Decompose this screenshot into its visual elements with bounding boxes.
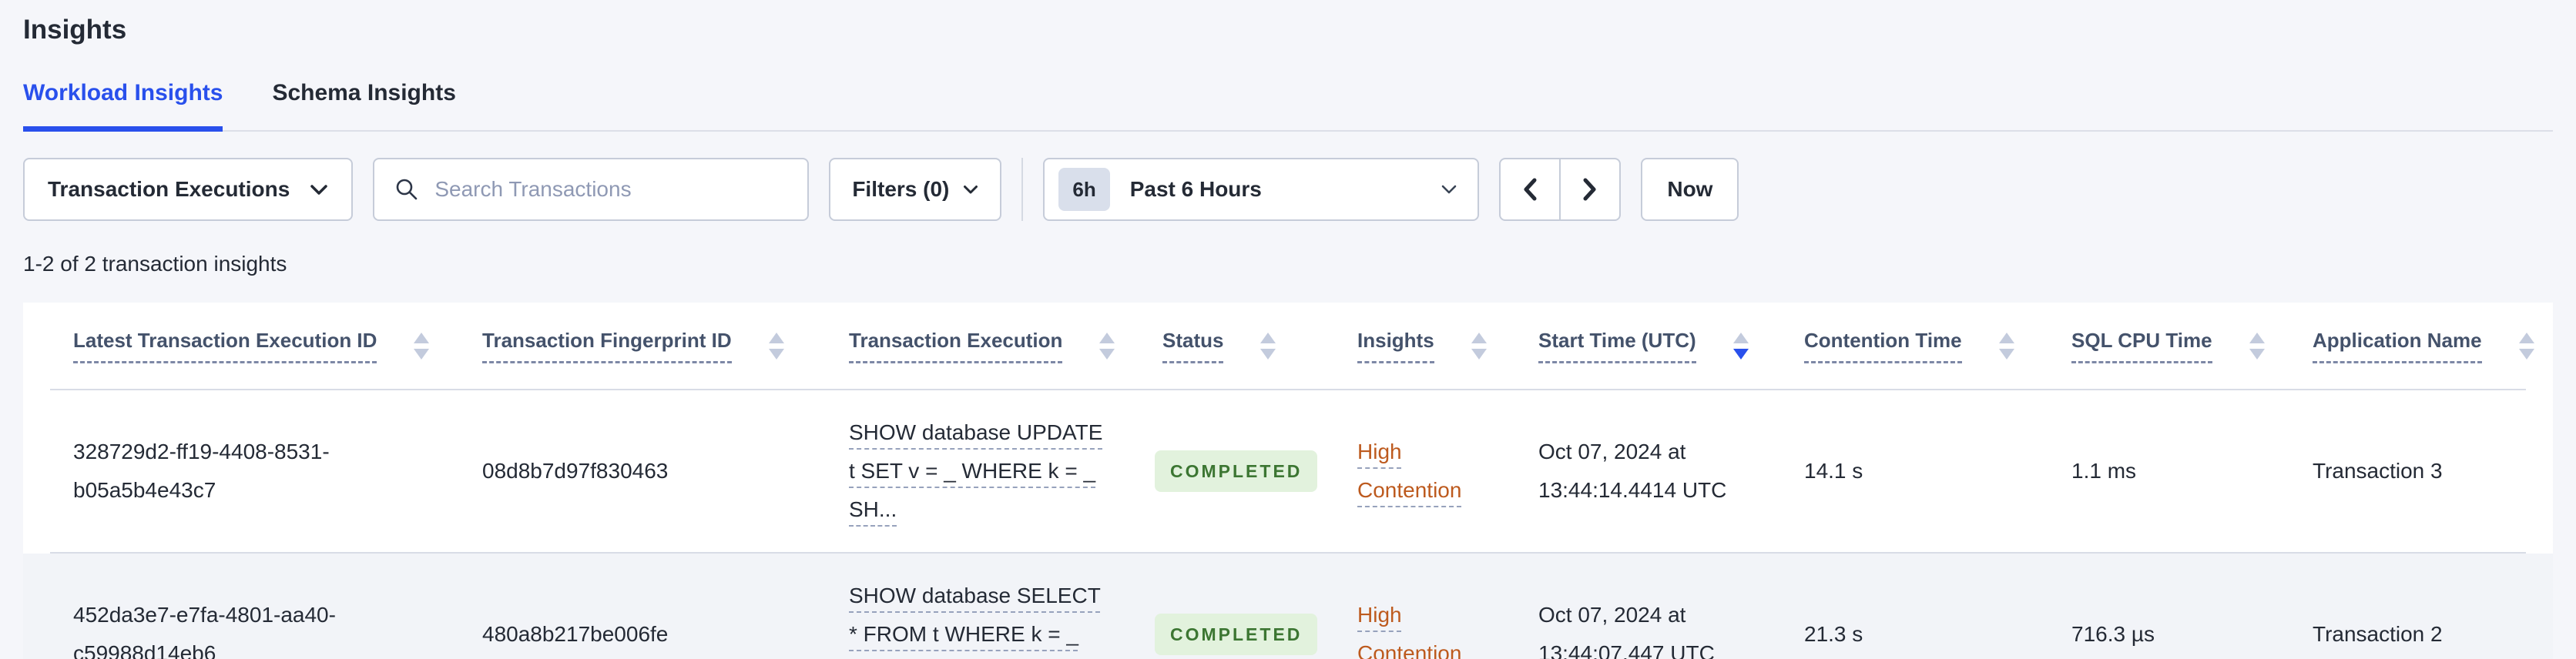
cell-fingerprint-id: 08d8b7d97f830463 bbox=[482, 459, 669, 483]
tab-bar: Workload Insights Schema Insights bbox=[23, 80, 2553, 132]
sort-icon[interactable] bbox=[414, 333, 430, 360]
sort-icon[interactable] bbox=[2518, 333, 2534, 360]
sort-icon[interactable] bbox=[768, 333, 784, 360]
sort-icon[interactable] bbox=[1998, 333, 2014, 360]
toolbar: Transaction Executions Filters (0) 6h Pa… bbox=[23, 158, 2553, 221]
column-header-contention-time[interactable]: Contention Time bbox=[1781, 328, 2048, 363]
column-header-transaction-execution[interactable]: Transaction Execution bbox=[826, 328, 1139, 363]
high-contention-link[interactable]: High Contention bbox=[1357, 440, 1461, 502]
column-header-status[interactable]: Status bbox=[1139, 328, 1334, 363]
chevron-down-icon bbox=[310, 184, 328, 196]
cell-start-time: Oct 07, 2024 at 13:44:07.447 UTC bbox=[1538, 603, 1715, 659]
previous-time-button[interactable] bbox=[1499, 158, 1561, 221]
execution-type-dropdown-label: Transaction Executions bbox=[48, 177, 290, 201]
column-header-latest-transaction-execution-id[interactable]: Latest Transaction Execution ID bbox=[50, 328, 459, 363]
insights-table-card: Latest Transaction Execution ID Transact… bbox=[23, 303, 2553, 659]
status-badge: COMPLETED bbox=[1155, 614, 1318, 655]
chevron-down-icon bbox=[1441, 184, 1457, 195]
execution-type-dropdown[interactable]: Transaction Executions bbox=[23, 158, 354, 221]
cell-insights: High Contention bbox=[1334, 596, 1515, 659]
column-header-start-time[interactable]: Start Time (UTC) bbox=[1515, 328, 1781, 363]
table-row: 328729d2-ff19-4408-8531-b05a5b4e43c7 08d… bbox=[50, 390, 2526, 554]
cell-execution-id: 328729d2-ff19-4408-8531-b05a5b4e43c7 bbox=[73, 440, 330, 502]
toolbar-divider bbox=[1021, 158, 1024, 221]
chevron-right-icon bbox=[1581, 177, 1598, 202]
time-range-label: Past 6 Hours bbox=[1129, 177, 1262, 201]
cell-status: COMPLETED bbox=[1139, 614, 1334, 655]
cell-fingerprint-id: 480a8b217be006fe bbox=[482, 622, 669, 646]
now-button[interactable]: Now bbox=[1641, 158, 1739, 221]
time-range-dropdown[interactable]: 6h Past 6 Hours bbox=[1043, 158, 1480, 221]
next-time-button[interactable] bbox=[1559, 158, 1622, 221]
column-header-application-name[interactable]: Application Name bbox=[2289, 328, 2553, 363]
cell-insights: High Contention bbox=[1334, 433, 1515, 510]
sort-icon[interactable] bbox=[1260, 333, 1276, 360]
column-header-insights[interactable]: Insights bbox=[1334, 328, 1515, 363]
time-range-badge: 6h bbox=[1058, 168, 1110, 211]
search-input[interactable] bbox=[434, 177, 788, 202]
cell-contention-time: 14.1 s bbox=[1804, 459, 1863, 483]
cell-transaction-execution: SHOW database SELECT * FROM t WHERE k = … bbox=[826, 577, 1139, 659]
cell-status: COMPLETED bbox=[1139, 450, 1334, 492]
page-title: Insights bbox=[23, 15, 127, 45]
high-contention-link[interactable]: High Contention bbox=[1357, 603, 1461, 659]
tab-workload-insights[interactable]: Workload Insights bbox=[23, 80, 223, 132]
cell-execution-id: 452da3e7-e7fa-4801-aa40-c59988d14eb6 bbox=[73, 603, 336, 659]
search-box[interactable] bbox=[373, 158, 810, 221]
cell-application-name: Transaction 2 bbox=[2313, 622, 2443, 646]
search-icon bbox=[394, 177, 419, 202]
column-header-sql-cpu-time[interactable]: SQL CPU Time bbox=[2048, 328, 2289, 363]
cell-start-time: Oct 07, 2024 at 13:44:14.4414 UTC bbox=[1538, 440, 1727, 502]
cell-sql-cpu-time: 1.1 ms bbox=[2071, 459, 2137, 483]
chevron-left-icon bbox=[1521, 177, 1538, 202]
filters-button[interactable]: Filters (0) bbox=[829, 158, 1002, 221]
table-row: 452da3e7-e7fa-4801-aa40-c59988d14eb6 480… bbox=[50, 554, 2526, 659]
results-summary: 1-2 of 2 transaction insights bbox=[23, 252, 287, 276]
cell-contention-time: 21.3 s bbox=[1804, 622, 1863, 646]
filters-button-label: Filters (0) bbox=[852, 177, 950, 201]
table-header-row: Latest Transaction Execution ID Transact… bbox=[50, 303, 2534, 390]
time-pager bbox=[1499, 158, 1622, 221]
transaction-insights-table: Latest Transaction Execution ID Transact… bbox=[23, 303, 2553, 659]
status-badge: COMPLETED bbox=[1155, 450, 1318, 492]
tab-schema-insights[interactable]: Schema Insights bbox=[272, 80, 455, 132]
sort-icon[interactable] bbox=[1471, 333, 1487, 360]
transaction-execution-link[interactable]: SHOW database UPDATE t SET v = _ WHERE k… bbox=[849, 420, 1102, 521]
sort-icon[interactable] bbox=[2249, 333, 2265, 360]
chevron-down-icon bbox=[963, 185, 978, 195]
column-header-transaction-fingerprint-id[interactable]: Transaction Fingerprint ID bbox=[459, 328, 826, 363]
cell-sql-cpu-time: 716.3 µs bbox=[2071, 622, 2155, 646]
insights-page: Insights Workload Insights Schema Insigh… bbox=[0, 0, 2576, 659]
cell-transaction-execution: SHOW database UPDATE t SET v = _ WHERE k… bbox=[826, 413, 1139, 529]
sort-icon[interactable] bbox=[1099, 333, 1115, 360]
sort-icon-descending-active[interactable] bbox=[1732, 333, 1749, 360]
cell-application-name: Transaction 3 bbox=[2313, 459, 2443, 483]
transaction-execution-link[interactable]: SHOW database SELECT * FROM t WHERE k = … bbox=[849, 584, 1101, 659]
